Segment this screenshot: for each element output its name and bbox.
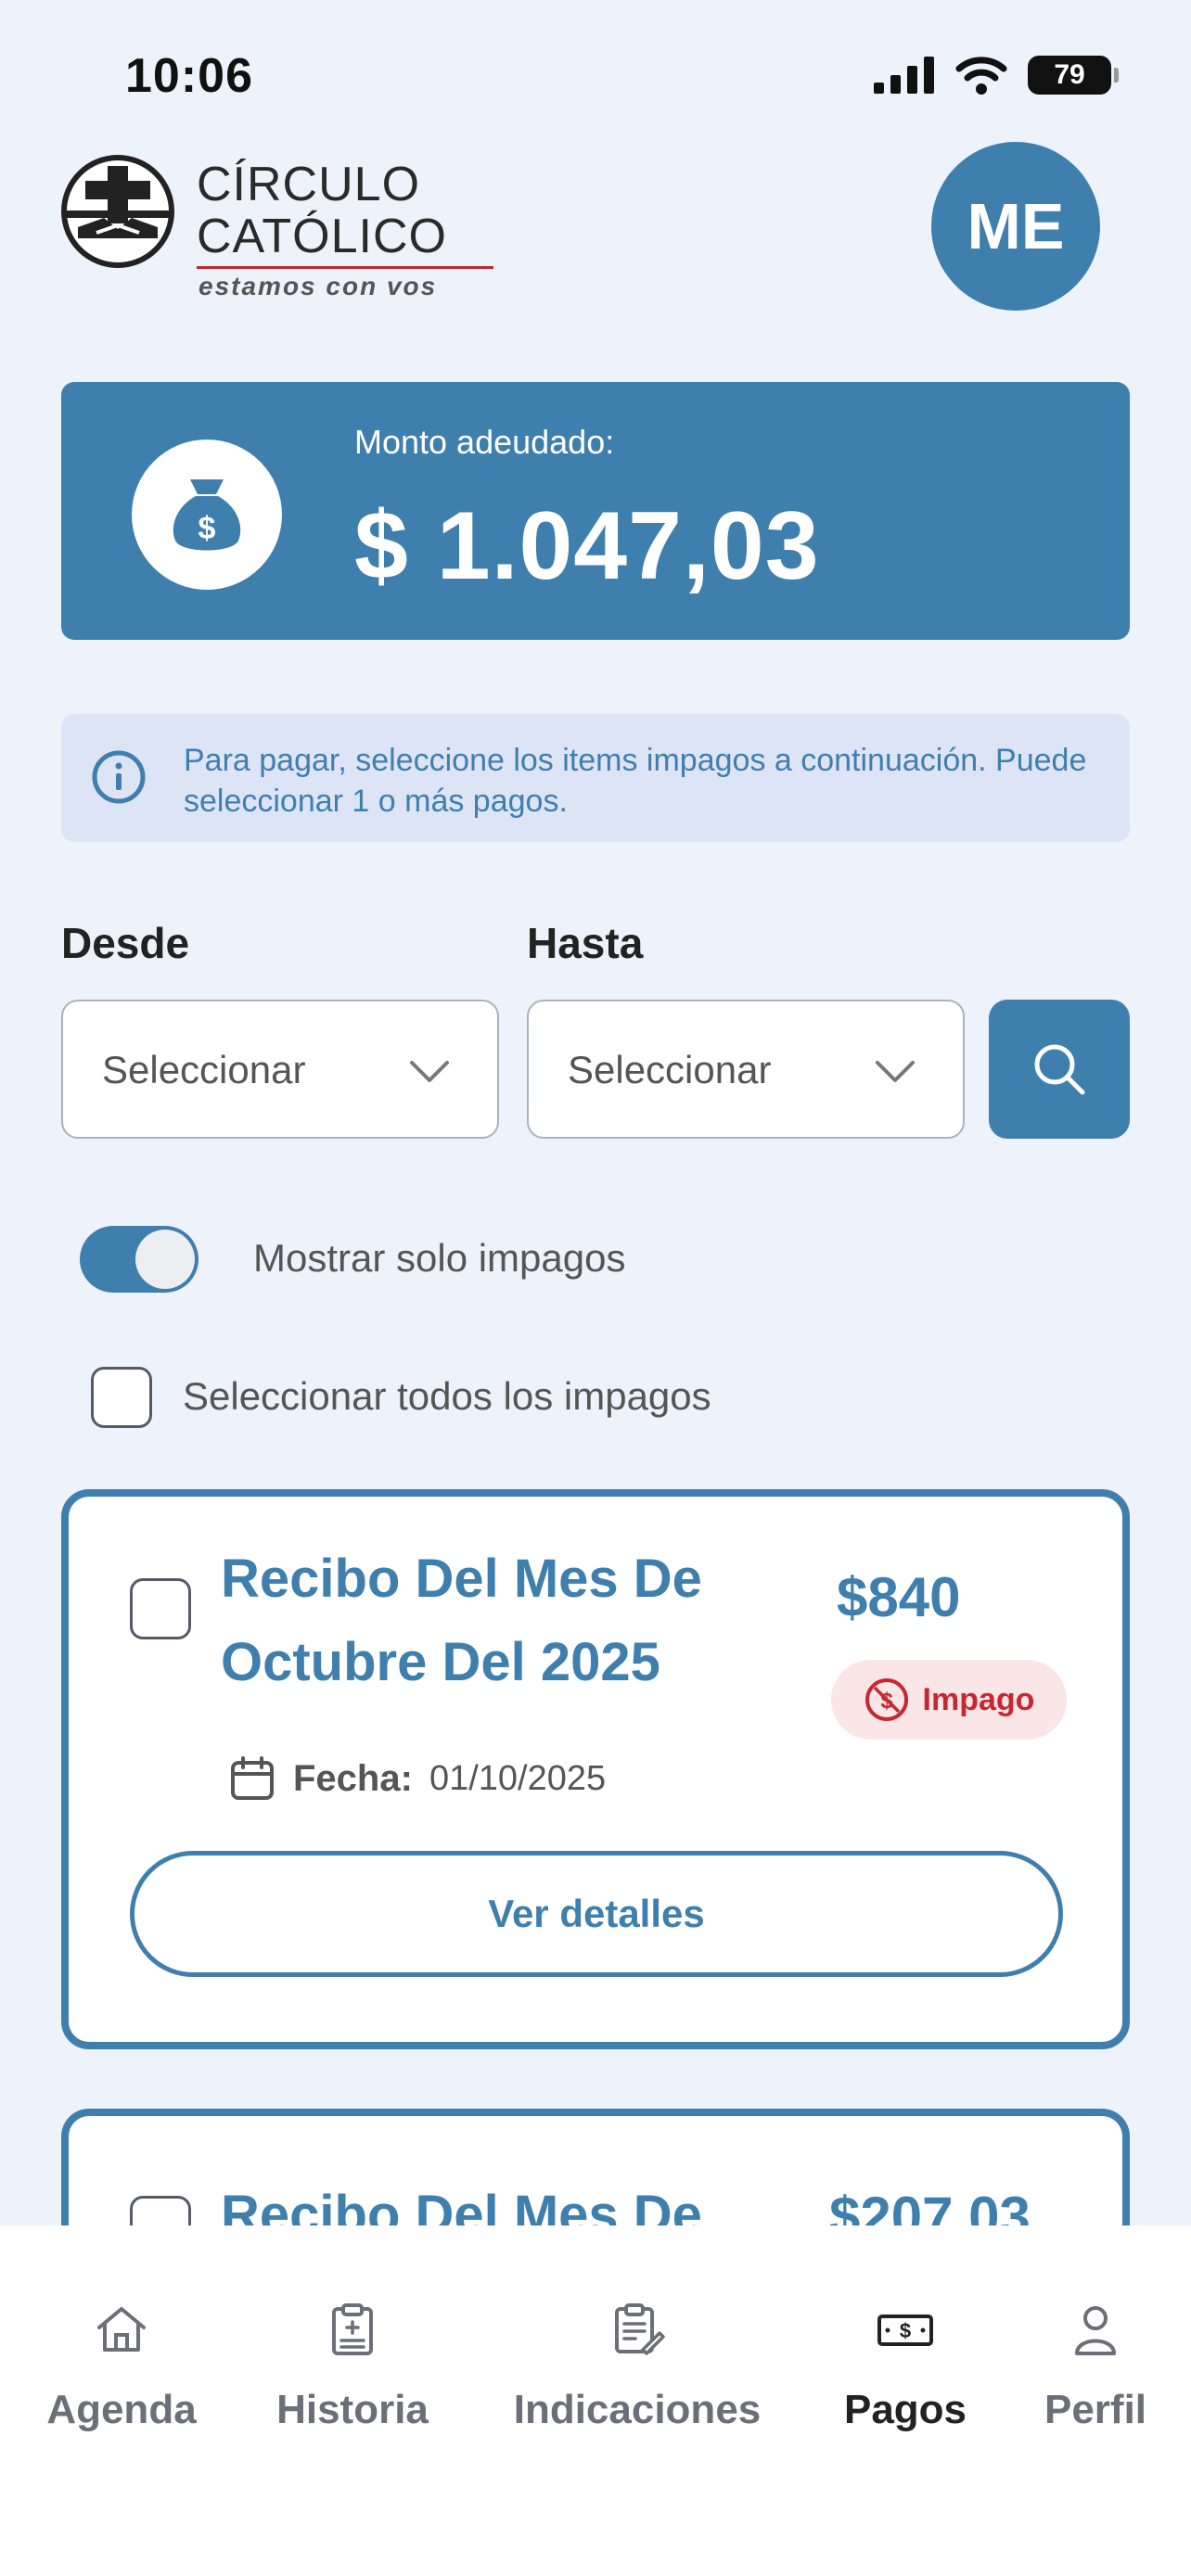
to-select[interactable]: Seleccionar: [527, 1000, 965, 1139]
brand-underline: [197, 266, 493, 269]
nav-item-historia[interactable]: Historia: [269, 2300, 436, 2433]
view-details-button[interactable]: Ver detalles: [130, 1851, 1063, 1977]
debt-amount: $ 1.047,03: [354, 492, 820, 600]
status-time: 10:06: [125, 49, 253, 103]
from-label: Desde: [61, 919, 190, 967]
nav-item-perfil[interactable]: Perfil: [1035, 2300, 1156, 2433]
from-select-value: Seleccionar: [102, 1048, 306, 1091]
receipt-card: Recibo Del Mes De Octubre Del 2025 $840 …: [61, 1489, 1130, 2049]
status-indicators: 79: [874, 56, 1119, 95]
person-icon: [1075, 2306, 1116, 2355]
only-unpaid-toggle[interactable]: [80, 1226, 198, 1293]
chevron-down-icon: [876, 1061, 915, 1082]
to-select-value: Seleccionar: [568, 1048, 772, 1091]
search-icon: [1034, 1044, 1085, 1095]
svg-text:$: $: [880, 1689, 893, 1714]
receipt-date-value: 01/10/2025: [429, 1758, 607, 1798]
nav-label: Pagos: [843, 2387, 967, 2432]
user-avatar[interactable]: ME: [931, 142, 1100, 311]
nav-label: Historia: [276, 2387, 429, 2432]
info-banner: Para pagar, seleccione los items impagos…: [61, 714, 1130, 842]
money-bag-icon: $: [132, 440, 282, 590]
brand-name-line1: CÍRCULO: [197, 158, 421, 211]
select-all-label: Seleccionar todos los impagos: [183, 1374, 711, 1418]
from-select[interactable]: Seleccionar: [61, 1000, 499, 1139]
debt-summary-card: $ Monto adeudado: $ 1.047,03: [61, 382, 1130, 640]
select-all-checkbox[interactable]: [91, 1367, 152, 1428]
nav-label: Indicaciones: [513, 2387, 762, 2432]
info-icon: [92, 750, 146, 804]
bottom-navigation: Agenda Historia Indicaciones $ Pagos Per…: [0, 2225, 1191, 2576]
nav-label: Perfil: [1044, 2387, 1147, 2432]
receipt-card: Recibo Del Mes De $207,03: [61, 2109, 1130, 2225]
receipt-checkbox[interactable]: [130, 1578, 191, 1639]
info-text: Para pagar, seleccione los items impagos…: [184, 743, 1087, 819]
receipt-amount: $207,03: [829, 2186, 1031, 2225]
svg-text:$: $: [198, 511, 216, 546]
receipt-date-row: Fecha: 01/10/2025: [228, 1754, 606, 1803]
status-bar: 10:06 79: [0, 0, 1191, 139]
nav-item-agenda[interactable]: Agenda: [41, 2300, 202, 2433]
wifi-icon: [955, 57, 1007, 95]
status-badge-label: Impago: [922, 1681, 1035, 1717]
receipt-date-label: Fecha:: [293, 1757, 413, 1799]
receipt-checkbox[interactable]: [130, 2196, 191, 2225]
cellular-signal-icon: [874, 57, 934, 94]
circulo-catolico-logo-icon: [61, 155, 174, 268]
battery-indicator: 79: [1028, 56, 1119, 95]
unpaid-dollar-icon: $: [864, 1678, 908, 1721]
debt-label: Monto adeudado:: [354, 423, 615, 461]
calendar-icon: [231, 1756, 274, 1800]
home-icon: [97, 2307, 146, 2352]
prescription-icon: [615, 2303, 665, 2355]
nav-item-pagos[interactable]: $ Pagos: [829, 2300, 981, 2433]
nav-item-indicaciones[interactable]: Indicaciones: [503, 2300, 772, 2433]
search-button[interactable]: [989, 1000, 1130, 1139]
svg-text:$: $: [900, 2319, 911, 2342]
status-badge: $ Impago: [831, 1660, 1067, 1740]
receipt-amount: $840: [837, 1566, 961, 1628]
to-label: Hasta: [527, 919, 644, 967]
receipt-title: Recibo Del Mes De Octubre Del 2025: [221, 1549, 702, 1692]
banknote-icon: $: [877, 2315, 933, 2346]
chevron-down-icon: [410, 1061, 449, 1082]
brand-logo: CÍRCULO CATÓLICO estamos con vos: [59, 153, 493, 301]
brand-name-line2: CATÓLICO: [197, 210, 447, 263]
receipt-title: Recibo Del Mes De: [221, 2185, 702, 2225]
clipboard-icon: [332, 2303, 373, 2355]
only-unpaid-label: Mostrar solo impagos: [253, 1236, 626, 1280]
toggle-knob: [135, 1230, 195, 1289]
brand-tagline: estamos con vos: [198, 272, 438, 300]
nav-label: Agenda: [46, 2387, 197, 2432]
